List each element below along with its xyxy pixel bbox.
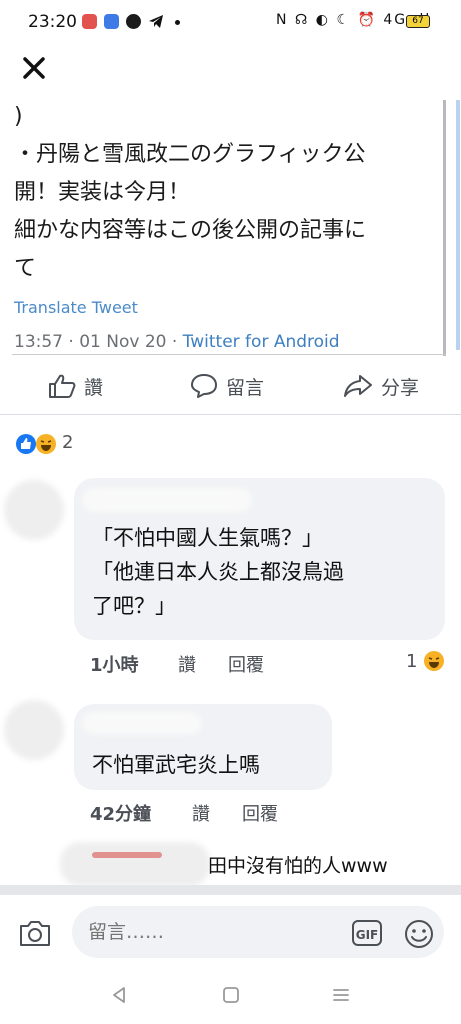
comment-line: 不怕軍武宅炎上嗎 bbox=[92, 753, 260, 777]
smiley-icon bbox=[405, 920, 433, 948]
comment-label: 留言 bbox=[226, 376, 265, 399]
comment-reply-button[interactable]: 回覆 bbox=[228, 651, 264, 677]
gif-button[interactable]: GIF bbox=[352, 920, 382, 946]
comment-line: 「他連日本人炎上都沒鳥過 bbox=[92, 560, 344, 584]
menu-nav-icon[interactable] bbox=[332, 986, 350, 1004]
close-icon bbox=[23, 57, 45, 79]
camera-button[interactable] bbox=[18, 918, 52, 952]
like-reaction-icon[interactable] bbox=[16, 434, 36, 454]
system-nav-bar bbox=[0, 968, 461, 1024]
comment-like-button[interactable]: 讚 bbox=[178, 651, 196, 677]
tweet-source-link[interactable]: Twitter for Android bbox=[183, 332, 340, 352]
divider bbox=[0, 414, 461, 415]
tweet-card-bottom-border bbox=[12, 354, 446, 355]
input-separator bbox=[0, 885, 461, 895]
tweet-meta: 13:57 · 01 Nov 20 · Twitter for Android bbox=[14, 332, 340, 352]
comment-bubble[interactable]: 「不怕中國人生氣嗎？」 「他連日本人炎上都沒鳥過 了吧？」 bbox=[74, 478, 445, 640]
translate-tweet-link[interactable]: Translate Tweet bbox=[14, 298, 138, 317]
comment-button[interactable]: 留言 bbox=[190, 370, 264, 402]
battery-icon: 67 bbox=[406, 15, 430, 28]
comment-time[interactable]: 42分鐘 bbox=[90, 800, 151, 826]
comment-input[interactable] bbox=[72, 906, 444, 958]
comment-line: 了吧？」 bbox=[92, 594, 176, 618]
cloud-app-icon bbox=[104, 14, 119, 29]
comment-text: 不怕軍武宅炎上嗎 bbox=[92, 748, 332, 782]
telegram-icon bbox=[149, 15, 163, 28]
music-app-icon bbox=[82, 14, 97, 29]
notification-dot-icon bbox=[175, 20, 180, 25]
like-button[interactable]: 讚 bbox=[48, 370, 103, 402]
commenter-name[interactable] bbox=[82, 488, 252, 512]
like-label: 讚 bbox=[84, 376, 104, 399]
avatar[interactable] bbox=[4, 700, 64, 760]
close-button[interactable] bbox=[22, 50, 46, 89]
commenter-name[interactable] bbox=[92, 852, 162, 858]
haha-reaction-icon[interactable] bbox=[36, 434, 56, 454]
comment-text: 田中沒有怕的人www bbox=[208, 855, 388, 877]
camera-icon bbox=[20, 921, 50, 946]
reaction-count[interactable]: 2 bbox=[62, 432, 73, 453]
haha-reaction-icon bbox=[424, 651, 444, 671]
comment-reply-button[interactable]: 回覆 bbox=[242, 800, 278, 826]
comment-bubble-icon bbox=[191, 374, 217, 398]
status-time: 23:20 bbox=[28, 12, 77, 32]
comment-text: 「不怕中國人生氣嗎？」 「他連日本人炎上都沒鳥過 了吧？」 bbox=[92, 521, 442, 623]
comment-time[interactable]: 1小時 bbox=[90, 651, 139, 677]
avatar[interactable] bbox=[4, 480, 64, 540]
share-button[interactable]: 分享 bbox=[343, 370, 419, 402]
tweet-text: ) ・丹陽と雪風改二のグラフィック公 開！実装は今月！ 細かな内容等はこの後公開… bbox=[14, 104, 367, 281]
share-label: 分享 bbox=[381, 376, 420, 399]
share-arrow-icon bbox=[344, 375, 372, 397]
back-nav-icon[interactable] bbox=[110, 986, 128, 1004]
comment-reaction-count[interactable]: 1 bbox=[406, 651, 417, 672]
comment-bubble[interactable]: 不怕軍武宅炎上嗎 bbox=[74, 704, 332, 790]
tweet-timestamp: 13:57 · 01 Nov 20 · bbox=[14, 332, 183, 352]
tweet-card-border bbox=[443, 100, 446, 356]
status-bar: 23:20 N ☊ ◐ ☾ ⏰ 4G ıll 67 bbox=[0, 0, 461, 44]
scroll-indicator[interactable] bbox=[456, 100, 460, 350]
comment-like-button[interactable]: 讚 bbox=[192, 800, 210, 826]
commenter-name[interactable] bbox=[82, 712, 202, 734]
home-nav-icon[interactable] bbox=[222, 986, 240, 1004]
comment-line: 「不怕中國人生氣嗎？」 bbox=[92, 526, 323, 550]
thumbs-up-icon bbox=[49, 374, 76, 398]
line-app-icon bbox=[126, 14, 141, 29]
emoji-button[interactable] bbox=[403, 918, 435, 954]
avatar[interactable] bbox=[60, 842, 210, 886]
